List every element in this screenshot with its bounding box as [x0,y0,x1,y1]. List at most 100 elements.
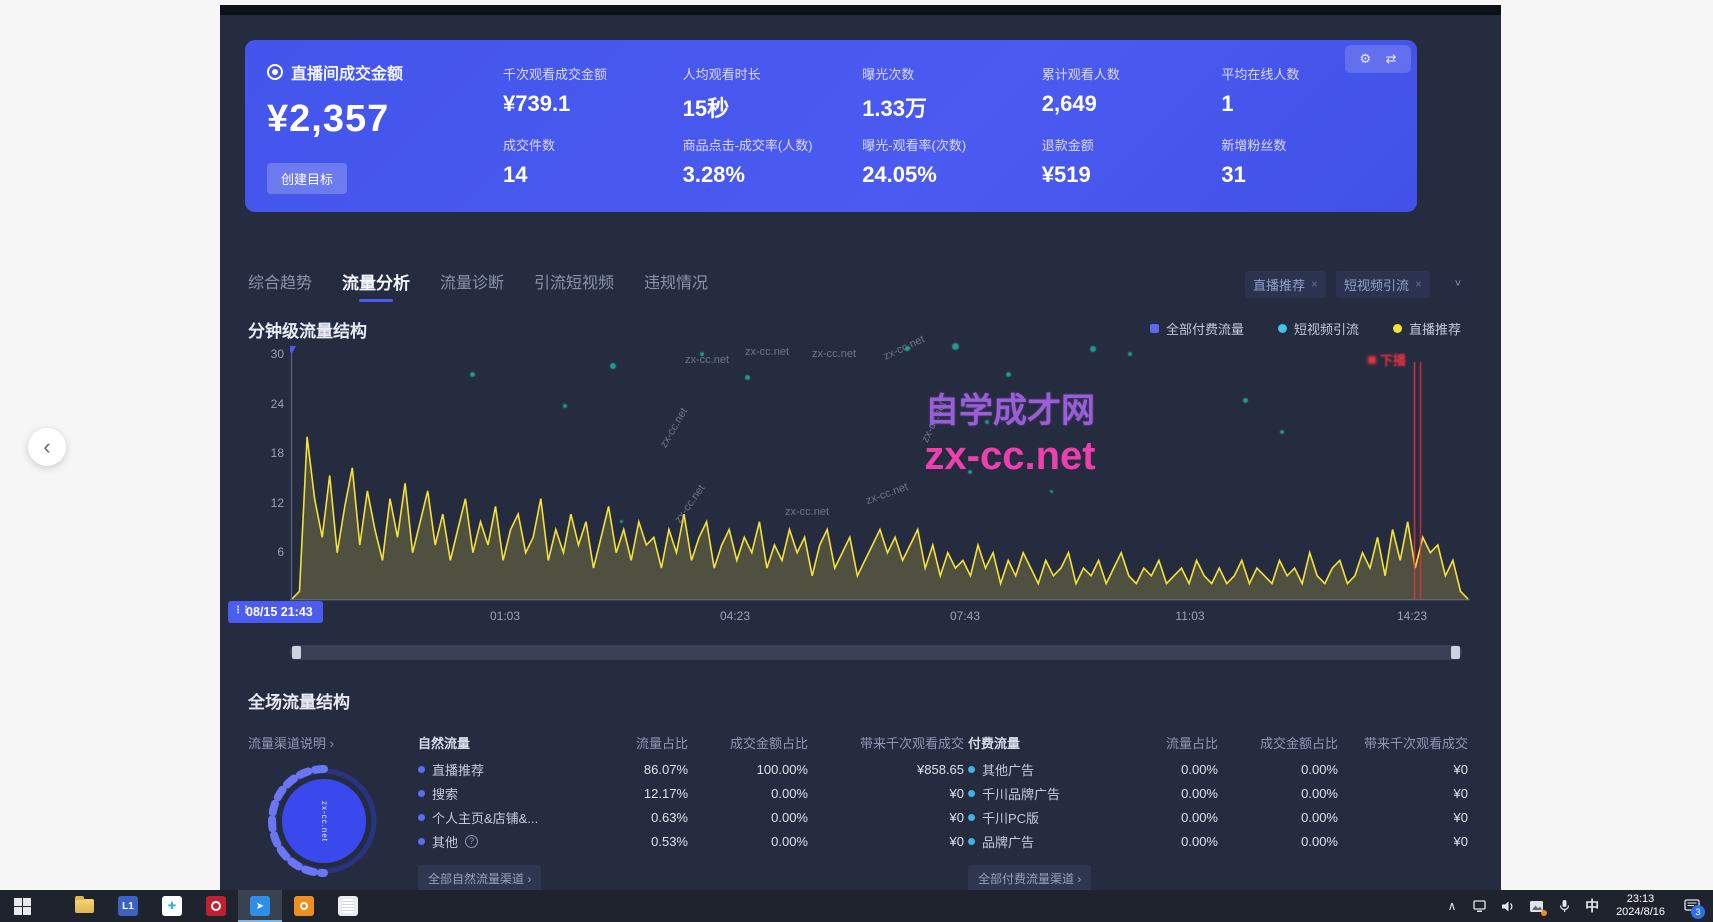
traffic-structure-title: 全场流量结构 [248,688,350,713]
bullet-icon [418,814,425,821]
clock-date: 2024/8/16 [1616,906,1665,919]
minute-traffic-chart[interactable]: zx-cc.netzx-cc.netzx-cc.netzx-cc.netzx-c… [290,340,1470,602]
metric-cell: 曝光-观看率(次数) 24.05% [862,129,1042,200]
hero-title: 直播间成交金额 [291,60,403,84]
network-icon[interactable] [1468,890,1492,922]
notepad-button[interactable] [326,890,370,922]
tab-traffic-diagnosis[interactable]: 流量诊断 [440,269,504,299]
table-row[interactable]: 直播推荐 86.07% 100.00% ¥858.65 [418,757,964,781]
hero-metrics-card: 直播间成交金额 ¥2,357 创建目标 千次观看成交金额 ¥739.1 人均观看… [245,40,1417,212]
bullet-icon [968,766,975,773]
chart-legend: 全部付费流量 短视频引流 直播推荐 [1150,319,1461,338]
notification-center-button[interactable]: 3 [1677,890,1707,922]
screenshot-tool-icon[interactable] [1524,890,1548,922]
table-row[interactable]: 其他 ? 0.53% 0.00% ¥0 [418,829,964,853]
hero-title-row: 直播间成交金额 [267,60,497,84]
table-header: 自然流量 流量占比 成交金额占比 带来千次观看成交 [418,727,964,757]
legend-swatch [1150,324,1159,333]
filter-dropdown[interactable]: ˅ [1440,272,1476,296]
legend-live-recommend[interactable]: 直播推荐 [1393,319,1461,338]
hero-metrics-grid: 千次观看成交金额 ¥739.1 人均观看时长 15秒 曝光次数 1.33万 累计… [503,58,1401,200]
table-row[interactable]: 品牌广告 0.00% 0.00% ¥0 [968,829,1468,853]
x-axis-labels: 01:03 04:23 07:43 11:03 14:23 [290,603,1470,627]
metric-cell: 人均观看时长 15秒 [683,58,863,129]
info-icon[interactable]: ? [465,835,478,848]
window-title-strip [220,5,1501,15]
hero-toolbar: ⚙ ⇄ [1345,45,1411,73]
app-pointer-button-active[interactable]: ➤ [238,890,282,922]
app-red-button[interactable] [194,890,238,922]
file-explorer-button[interactable] [62,890,106,922]
legend-short-video[interactable]: 短视频引流 [1278,319,1359,338]
all-paid-channels-link[interactable]: 全部付费流量渠道 › [968,865,1091,890]
range-handle-right[interactable] [1451,646,1460,659]
metric-cell: 退款金额 ¥519 [1042,129,1222,200]
l1-app-icon: L1 [118,896,138,916]
app-orange-button[interactable] [282,890,326,922]
notepad-icon [338,896,358,916]
speaker-icon[interactable] [1496,890,1520,922]
analytics-window: 直播间成交金额 ¥2,357 创建目标 千次观看成交金额 ¥739.1 人均观看… [220,5,1501,890]
ime-indicator[interactable]: 中 [1580,890,1604,922]
bullet-icon [418,766,425,773]
windows-logo-icon [14,898,31,915]
table-row[interactable]: 千川品牌广告 0.00% 0.00% ¥0 [968,781,1468,805]
tab-violations[interactable]: 违规情况 [644,269,708,299]
filter-tag-short-video[interactable]: 短视频引流 × [1336,271,1430,298]
y-axis-labels: 30 24 18 12 6 [256,345,284,565]
back-button[interactable]: ‹ [28,428,66,466]
legend-paid-traffic[interactable]: 全部付费流量 [1150,319,1244,338]
close-icon[interactable]: × [1415,277,1422,291]
metric-cell: 千次观看成交金额 ¥739.1 [503,58,683,129]
metric-cell: 曝光次数 1.33万 [862,58,1042,129]
analysis-tabs: 综合趋势 流量分析 流量诊断 引流短视频 违规情况 直播推荐 × 短视频引流 ×… [248,268,1476,300]
app-teal-button[interactable]: ✚ [150,890,194,922]
start-button[interactable] [0,890,44,922]
bullet-icon [968,790,975,797]
metric-cell: 成交件数 14 [503,129,683,200]
teal-app-icon: ✚ [162,896,182,916]
tab-traffic-analysis[interactable]: 流量分析 [342,269,410,300]
traffic-donut-chart: zx-cc.net [262,757,386,885]
microphone-icon[interactable] [1552,890,1576,922]
channel-explain-link[interactable]: 流量渠道说明 › [248,733,334,752]
tab-short-video[interactable]: 引流短视频 [534,269,614,299]
chart-range-scrollbar[interactable] [290,645,1462,660]
donut-watermark: zx-cc.net [320,801,329,842]
pointer-app-icon: ➤ [250,896,270,916]
tray-chevron-icon[interactable]: ∧ [1440,890,1464,922]
legend-swatch [1393,324,1402,333]
paid-traffic-table: 付费流量 流量占比 成交金额占比 带来千次观看成交 其他广告 0.00% 0.0… [968,727,1468,890]
all-natural-channels-link[interactable]: 全部自然流量渠道 › [418,865,541,890]
filter-tag-live-recommend[interactable]: 直播推荐 × [1245,271,1326,298]
flag-icon [1368,356,1376,364]
table-row[interactable]: 搜索 12.17% 0.00% ¥0 [418,781,964,805]
folder-icon [75,899,94,913]
create-goal-button[interactable]: 创建目标 [267,163,347,194]
table-header: 付费流量 流量占比 成交金额占比 带来千次观看成交 [968,727,1468,757]
screen: ‹ 直播间成交金额 ¥2,357 创建目标 千次观看成交金额 ¥739.1 人均… [0,0,1713,922]
legend-swatch [1278,324,1287,333]
table-row[interactable]: 其他广告 0.00% 0.00% ¥0 [968,757,1468,781]
bullet-icon [418,838,425,845]
natural-traffic-table: 自然流量 流量占比 成交金额占比 带来千次观看成交 直播推荐 86.07% 10… [418,727,964,890]
bullet-icon [418,790,425,797]
chart-section-title: 分钟级流量结构 [248,317,367,342]
tab-trend[interactable]: 综合趋势 [248,269,312,299]
chevron-down-icon: ˅ [1455,278,1461,290]
metric-cell: 新增粉丝数 31 [1221,129,1401,200]
bullet-icon [968,814,975,821]
taskbar-clock[interactable]: 23:13 2024/8/16 [1608,893,1673,919]
range-handle-left[interactable] [292,646,301,659]
line-chart-svg [290,340,1470,602]
table-row[interactable]: 个人主页&店铺&... 0.63% 0.00% ¥0 [418,805,964,829]
close-icon[interactable]: × [1311,277,1318,291]
filter-tags: 直播推荐 × 短视频引流 × ˅ [1245,271,1476,298]
app-l1-button[interactable]: L1 [106,890,150,922]
gear-icon[interactable]: ⚙ [1359,51,1371,67]
target-icon [267,64,283,80]
swap-icon[interactable]: ⇄ [1386,51,1397,67]
table-row[interactable]: 千川PC版 0.00% 0.00% ¥0 [968,805,1468,829]
clock-time: 23:13 [1616,893,1665,906]
red-ring-app-icon [206,896,226,916]
